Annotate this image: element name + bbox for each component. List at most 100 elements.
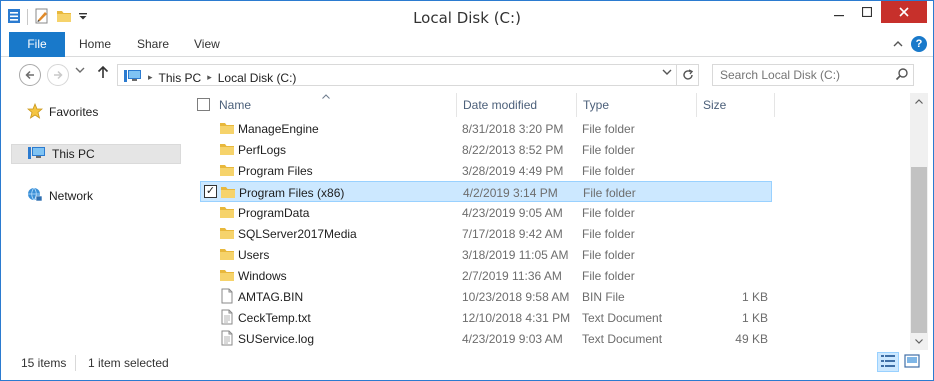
maximize-button[interactable] [853,1,881,23]
table-row[interactable]: PerfLogs 8/22/2013 8:52 PM File folder [200,139,772,160]
table-row[interactable]: SUService.log 4/23/2019 9:03 AM Text Docum… [200,328,772,349]
file-icon [219,288,235,304]
forward-button[interactable] [47,64,69,86]
text-file-icon [219,330,235,346]
column-header-size[interactable]: Size [703,93,726,117]
folder-icon [219,225,235,241]
breadcrumb-separator[interactable]: ▸ [207,72,212,83]
table-row[interactable]: ProgramData 4/23/2019 9:05 AM File folder [200,202,772,223]
tab-view[interactable]: View [180,32,234,57]
tab-share[interactable]: Share [123,32,183,57]
close-button[interactable] [881,1,927,23]
nav-item-label: This PC [52,147,95,161]
file-type: BIN File [582,290,625,304]
help-button[interactable]: ? [911,36,927,52]
view-switcher [877,352,923,372]
search-icon[interactable] [895,67,909,84]
file-list: Name Date modified Type Size ManageEngin… [188,93,910,350]
file-type: File folder [582,206,635,220]
date-modified: 7/17/2018 9:42 AM [462,227,563,241]
file-name: SQLServer2017Media [238,227,357,241]
file-size: 1 KB [741,311,768,325]
this-pc-icon [124,69,142,86]
table-row[interactable]: Users 3/18/2019 11:05 AM File folder [200,244,772,265]
large-icons-view-button[interactable] [901,352,923,372]
file-name: Windows [238,269,287,283]
scroll-up-arrow-icon[interactable] [910,93,928,110]
file-name: ProgramData [238,206,310,220]
back-button[interactable] [19,64,41,86]
address-bar[interactable]: ▸ This PC ▸ Local Disk (C:) [117,64,677,86]
file-name: PerfLogs [238,143,287,157]
table-row[interactable]: ManageEngine 8/31/2018 3:20 PM File folder [200,118,772,139]
sort-ascending-icon [322,92,330,101]
date-modified: 4/23/2019 9:05 AM [462,206,563,220]
date-modified: 3/18/2019 11:05 AM [462,248,569,262]
file-name: CeckTemp.txt [238,311,311,325]
file-type: File folder [583,186,636,200]
column-divider[interactable] [576,93,577,117]
up-one-level-button[interactable] [97,65,109,83]
table-row[interactable]: Program Files 3/28/2019 4:49 PM File folde… [200,160,772,181]
star-icon [26,102,44,122]
refresh-button[interactable] [677,64,699,86]
scrollbar-thumb[interactable] [911,167,927,333]
table-row[interactable]: AMTAG.BIN 10/23/2018 9:58 AM BIN File 1 KB [200,286,772,307]
table-row[interactable]: CeckTemp.txt 12/10/2018 4:31 PM Text Docum… [200,307,772,328]
navigation-pane: Favorites This PC Network [1,93,187,350]
text-file-icon [219,309,235,325]
expand-ribbon-chevron-icon[interactable] [893,37,903,51]
breadcrumb-separator[interactable]: ▸ [148,72,153,83]
details-view-icon [880,354,896,371]
tab-file[interactable]: File [9,32,65,57]
date-modified: 12/10/2018 4:31 PM [462,311,571,325]
file-size: 1 KB [741,290,768,304]
file-type: File folder [582,164,635,178]
tab-home[interactable]: Home [65,32,125,57]
column-header-date-modified[interactable]: Date modified [463,93,537,117]
file-type: File folder [582,227,635,241]
select-all-checkbox[interactable] [197,98,210,111]
file-name: ManageEngine [238,122,319,136]
nav-item-this-pc[interactable]: This PC [11,144,181,164]
breadcrumb-this-pc[interactable]: This PC [159,71,202,85]
table-row[interactable]: SQLServer2017Media 7/17/2018 9:42 AM File … [200,223,772,244]
row-checkbox[interactable]: ✓ [204,185,217,198]
recent-locations-dropdown-icon[interactable] [75,66,85,77]
folder-icon [219,162,235,178]
nav-item-label: Network [49,189,94,203]
breadcrumb-local-disk[interactable]: Local Disk (C:) [218,71,297,85]
computer-icon [28,146,46,163]
column-divider[interactable] [696,93,697,117]
date-modified: 2/7/2019 11:36 AM [462,269,562,283]
column-header-type[interactable]: Type [583,93,609,117]
details-view-button[interactable] [877,352,899,372]
folder-icon [219,120,235,136]
file-type: File folder [582,143,635,157]
search-input[interactable] [713,65,893,85]
nav-item-favorites[interactable]: Favorites [11,102,98,122]
folder-icon [220,184,236,200]
file-name: AMTAG.BIN [238,290,304,304]
column-header-name[interactable]: Name [219,93,251,117]
address-dropdown-icon[interactable] [662,68,672,79]
file-type: File folder [582,248,635,262]
file-name: Program Files (x86) [239,186,345,200]
ribbon-right-controls: ? [893,36,927,52]
search-box[interactable] [712,64,914,86]
nav-item-network[interactable]: Network [11,186,93,206]
file-name: Program Files [238,164,313,178]
network-icon [27,187,43,206]
file-size: 49 KB [735,332,768,346]
minimize-button[interactable] [825,1,853,23]
column-divider[interactable] [456,93,457,117]
table-row[interactable]: Windows 2/7/2019 11:36 AM File folder [200,265,772,286]
vertical-scrollbar[interactable] [910,93,928,350]
file-name: SUService.log [238,332,315,346]
selection-count: 1 item selected [88,356,169,370]
column-divider[interactable] [774,93,775,117]
table-row[interactable]: ✓ Program Files (x86) 4/2/2019 3:14 PM File… [200,181,772,202]
scroll-down-arrow-icon[interactable] [910,333,928,350]
item-count: 15 items [21,356,67,370]
nav-item-label: Favorites [49,105,99,119]
